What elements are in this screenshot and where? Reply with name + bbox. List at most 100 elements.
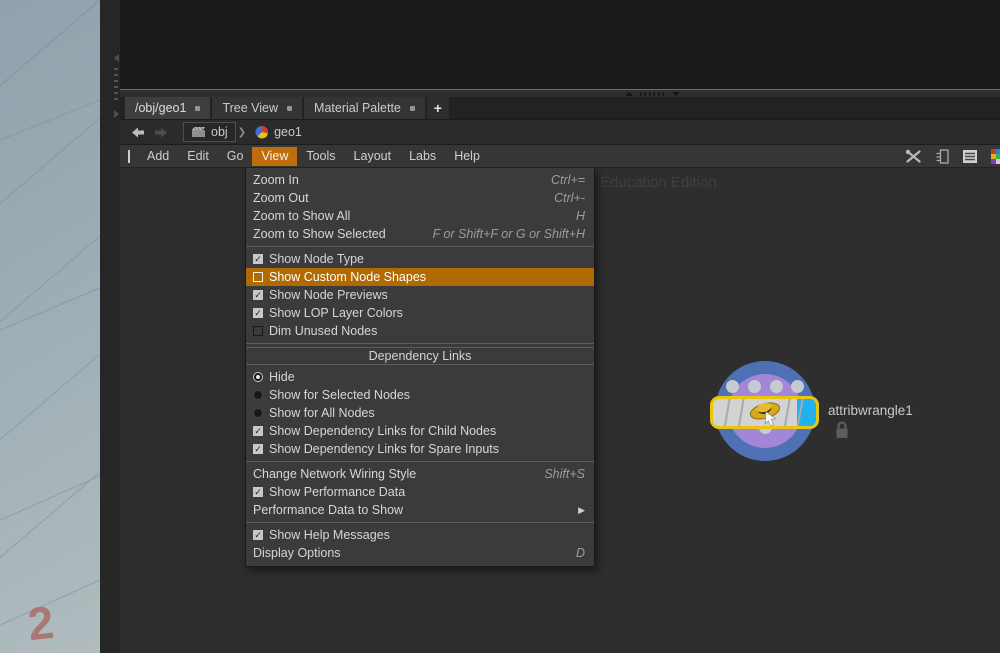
menu-item-show-for-all-nodes[interactable]: Show for All Nodes	[246, 404, 594, 422]
menu-item-show-for-selected-nodes[interactable]: Show for Selected Nodes	[246, 386, 594, 404]
menu-item-label: Show LOP Layer Colors	[269, 306, 403, 320]
tab-obj-geo1[interactable]: /obj/geo1	[125, 97, 210, 119]
menubar-drag-handle[interactable]	[128, 150, 130, 163]
menu-item-shortcut: D	[576, 546, 585, 560]
tab-label: /obj/geo1	[135, 101, 186, 115]
menubar-item-view[interactable]: View	[252, 147, 297, 166]
splitter-grip-icon[interactable]	[114, 68, 118, 104]
tab-close-icon[interactable]	[287, 106, 292, 111]
tab-label: Material Palette	[314, 101, 401, 115]
menu-item-label: Zoom to Show Selected	[253, 227, 386, 241]
network-path-bar: obj ❯ geo1	[120, 119, 1000, 145]
menubar-item-labs[interactable]: Labs	[400, 147, 445, 166]
menubar-item-tools[interactable]: Tools	[297, 147, 344, 166]
menu-item-zoom-to-show-selected[interactable]: Zoom to Show SelectedF or Shift+F or G o…	[246, 225, 594, 243]
menu-item-show-lop-layer-colors[interactable]: Show LOP Layer Colors	[246, 304, 594, 322]
menu-item-show-performance-data[interactable]: Show Performance Data	[246, 483, 594, 501]
tab-close-icon[interactable]	[410, 106, 415, 111]
node-pip	[726, 380, 739, 393]
wrangle-hat-icon	[744, 398, 786, 428]
network-canvas[interactable]: Education Edition	[120, 168, 1000, 653]
menu-item-hide[interactable]: Hide	[246, 368, 594, 386]
menu-item-zoom-out[interactable]: Zoom OutCtrl+-	[246, 189, 594, 207]
splitter-expand-down-icon[interactable]	[672, 92, 680, 96]
back-button[interactable]	[130, 126, 146, 139]
menu-item-dim-unused-nodes[interactable]: Dim Unused Nodes	[246, 322, 594, 340]
forward-button[interactable]	[153, 126, 169, 139]
color-palette-icon[interactable]	[991, 149, 1000, 164]
tab-close-icon[interactable]	[195, 106, 200, 111]
menu-item-show-node-type[interactable]: Show Node Type	[246, 250, 594, 268]
tools-icon[interactable]	[905, 149, 922, 164]
menubar-item-add[interactable]: Add	[138, 147, 178, 166]
menu-item-label: Zoom Out	[253, 191, 309, 205]
path-segment-label: geo1	[274, 125, 302, 139]
menu-item-show-custom-node-shapes[interactable]: Show Custom Node Shapes	[246, 268, 594, 286]
menubar-item-help[interactable]: Help	[445, 147, 489, 166]
menu-item-label: Show for All Nodes	[269, 406, 375, 420]
viewport-3d[interactable]: 2	[0, 0, 100, 653]
vertical-pane-splitter[interactable]	[100, 0, 120, 653]
menubar-item-go[interactable]: Go	[218, 147, 253, 166]
menu-item-show-node-previews[interactable]: Show Node Previews	[246, 286, 594, 304]
network-editor-pane: /obj/geo1 Tree View Material Palette + obj …	[120, 0, 1000, 653]
node-pip	[748, 380, 761, 393]
menu-section-header: Dependency Links	[246, 347, 594, 365]
checkbox-unchecked-icon	[253, 272, 263, 282]
list-icon[interactable]	[962, 149, 978, 164]
menu-item-label: Show Dependency Links for Spare Inputs	[269, 442, 499, 456]
menu-item-label: Dim Unused Nodes	[269, 324, 377, 338]
menu-item-show-dependency-links-for-child-nodes[interactable]: Show Dependency Links for Child Nodes	[246, 422, 594, 440]
menu-item-label: Show Custom Node Shapes	[269, 270, 426, 284]
checkbox-checked-icon	[253, 487, 263, 497]
menu-item-label: Show Help Messages	[269, 528, 390, 542]
path-segment-geo1[interactable]: geo1	[248, 122, 309, 142]
lock-icon	[834, 420, 850, 445]
splitter-arrow-left-icon[interactable]	[114, 54, 119, 62]
new-tab-button[interactable]: +	[427, 97, 449, 119]
collapsed-top-pane	[120, 0, 1000, 89]
splitter-arrow-right-icon[interactable]	[114, 110, 119, 118]
view-dropdown-menu: Zoom InCtrl+=Zoom OutCtrl+-Zoom to Show …	[245, 168, 595, 567]
checkbox-checked-icon	[253, 254, 263, 264]
node-pip	[791, 380, 804, 393]
menu-item-label: Show Node Type	[269, 252, 364, 266]
node-attribwrangle1[interactable]: attribwrangle1	[708, 358, 1000, 473]
menu-item-display-options[interactable]: Display Options D	[246, 544, 594, 562]
splitter-expand-up-icon[interactable]	[625, 92, 633, 96]
menu-item-zoom-in[interactable]: Zoom InCtrl+=	[246, 171, 594, 189]
checkbox-checked-icon	[253, 308, 263, 318]
checkbox-checked-icon	[253, 290, 263, 300]
checkbox-checked-icon	[253, 426, 263, 436]
splitter-grip-icon[interactable]	[640, 92, 664, 96]
scene-icon	[191, 126, 206, 138]
menu-item-label: Change Network Wiring Style	[253, 467, 416, 481]
menu-item-label: Show Node Previews	[269, 288, 388, 302]
submenu-arrow-icon: ▶	[578, 505, 585, 516]
menu-item-zoom-to-show-all[interactable]: Zoom to Show AllH	[246, 207, 594, 225]
grid-axis-numeral: 2	[25, 595, 56, 651]
node-tree-icon[interactable]	[935, 149, 949, 164]
node-body[interactable]	[710, 396, 819, 429]
horizontal-pane-splitter[interactable]	[120, 89, 1000, 97]
radio-selected-icon	[253, 372, 263, 382]
menu-item-label: Hide	[269, 370, 295, 384]
tab-tree-view[interactable]: Tree View	[212, 97, 302, 119]
menubar-item-layout[interactable]: Layout	[345, 147, 401, 166]
node-pip	[770, 380, 783, 393]
radio-unselected-icon	[253, 390, 263, 400]
menu-item-change-network-wiring-style[interactable]: Change Network Wiring StyleShift+S	[246, 465, 594, 483]
menubar-item-edit[interactable]: Edit	[178, 147, 218, 166]
menu-item-label: Display Options	[253, 546, 341, 560]
menu-item-show-dependency-links-for-spare-inputs[interactable]: Show Dependency Links for Spare Inputs	[246, 440, 594, 458]
checkbox-unchecked-icon	[253, 326, 263, 336]
path-segment-obj[interactable]: obj	[183, 122, 236, 142]
node-label[interactable]: attribwrangle1	[828, 403, 913, 418]
tab-material-palette[interactable]: Material Palette	[304, 97, 425, 119]
tab-label: Tree View	[222, 101, 278, 115]
menu-item-performance-data-to-show[interactable]: Performance Data to Show ▶	[246, 501, 594, 519]
checkbox-checked-icon	[253, 444, 263, 454]
pane-tab-bar: /obj/geo1 Tree View Material Palette +	[120, 97, 1000, 119]
menu-item-label: Performance Data to Show	[253, 503, 403, 517]
menu-item-show-help-messages[interactable]: Show Help Messages	[246, 526, 594, 544]
